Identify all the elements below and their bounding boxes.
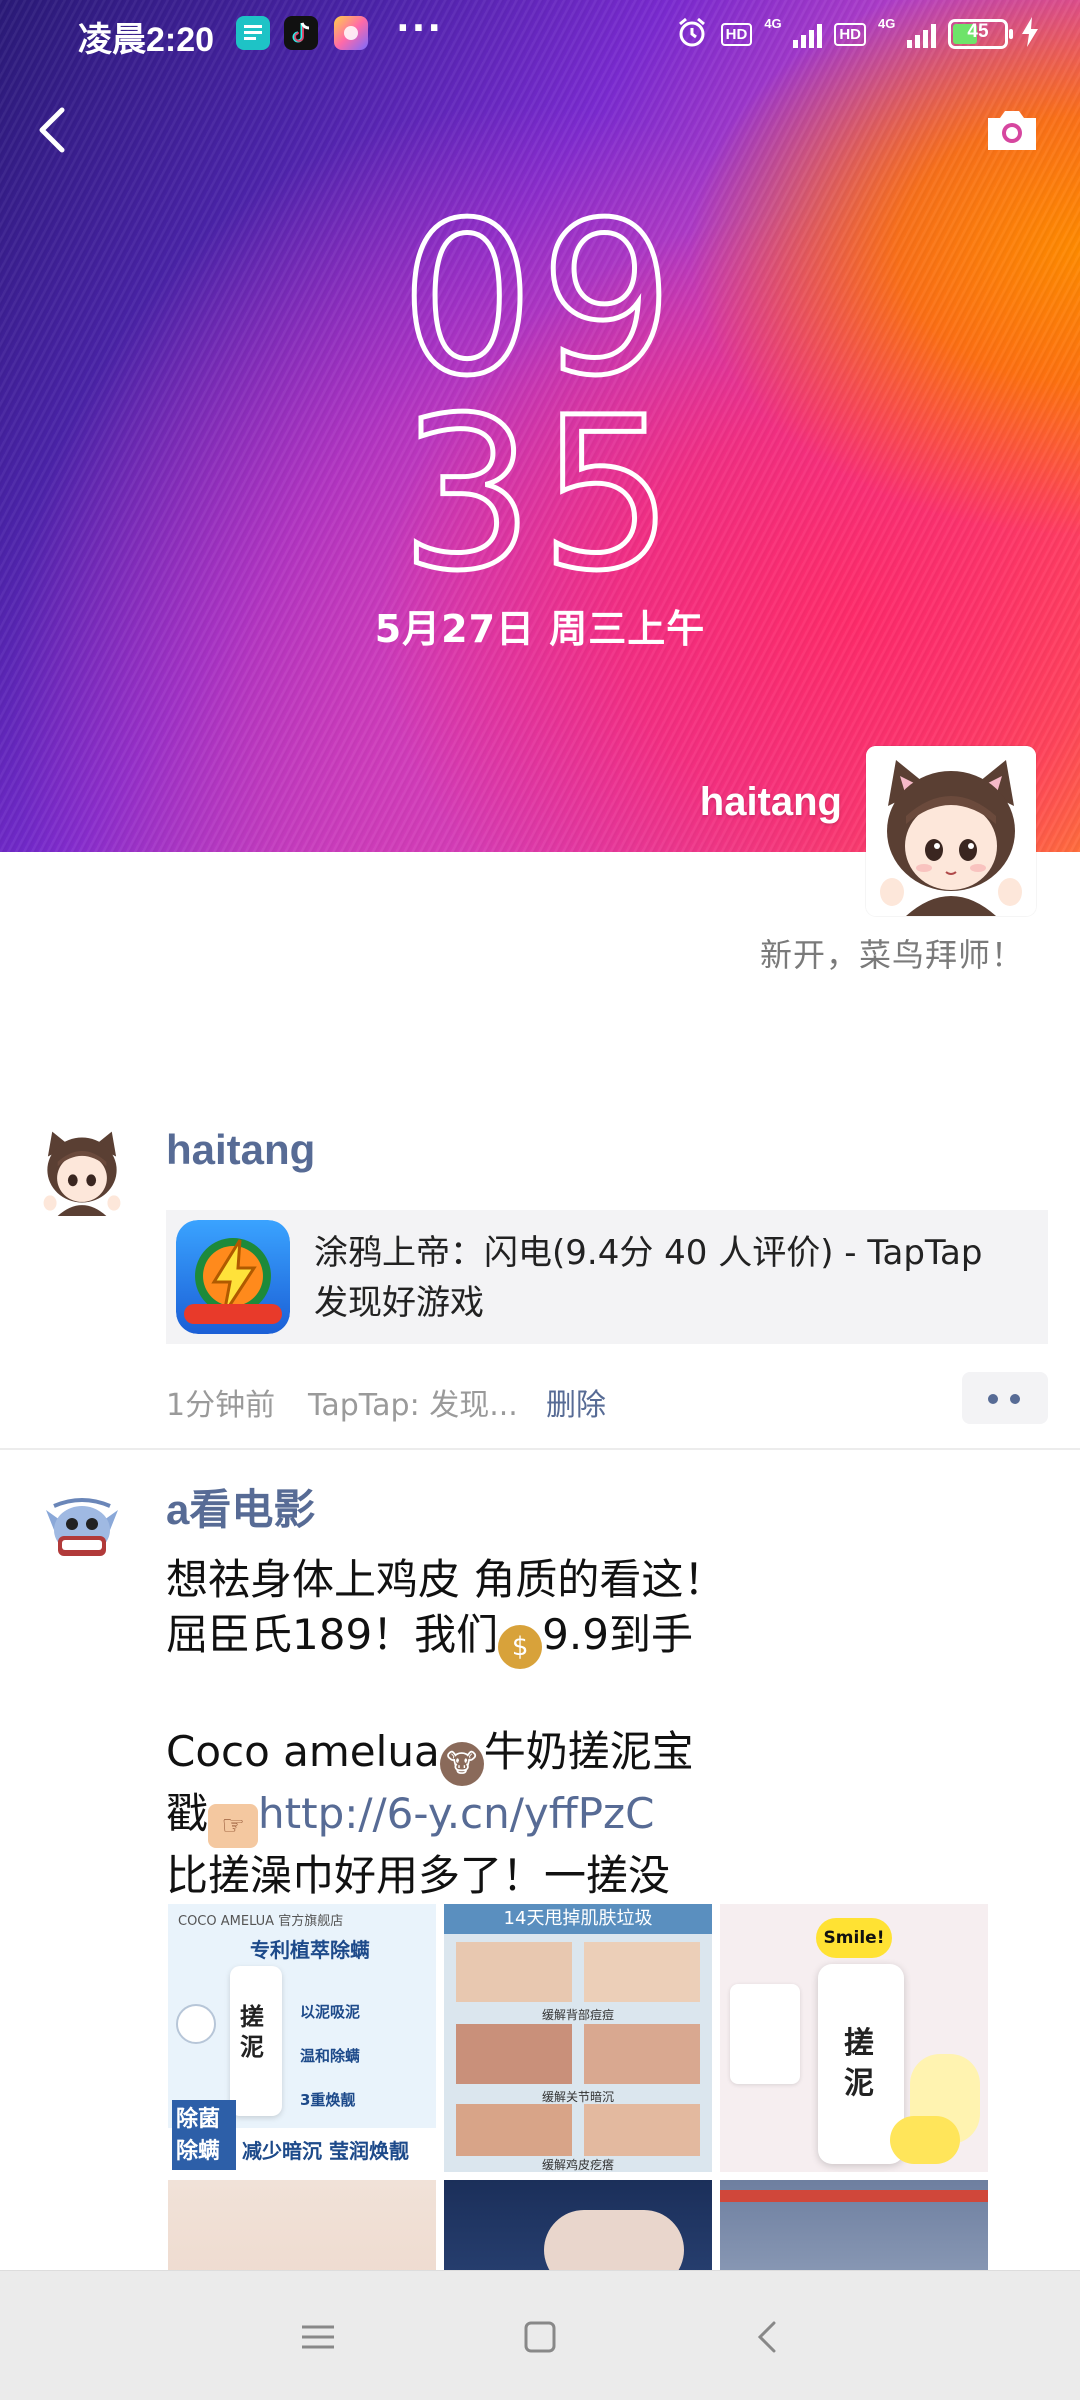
network-type-2: 4G [878, 16, 896, 31]
feature-item: 温和除螨 [300, 2047, 361, 2065]
tiktok-icon [284, 16, 318, 50]
store-sign [720, 2190, 988, 2202]
post-line: 戳 [166, 1789, 209, 1838]
charging-icon [1020, 16, 1040, 52]
image-caption: 14天甩掉肌肤垃圾 [444, 1904, 712, 1934]
game-app-icon [176, 1220, 290, 1334]
battery-icon: 45 [948, 19, 1013, 49]
post-line: 想祛身体上鸡皮 角质的看这！ [166, 1555, 726, 1604]
skin-photo [584, 2024, 700, 2084]
system-nav-bar [0, 2270, 1080, 2400]
wallpaper-clock-minute: 35 [398, 372, 680, 617]
smile-sign: Smile! [816, 1918, 892, 1958]
signal-icon-1: 4G [764, 16, 823, 50]
post-line: 屈臣氏189！我们 [166, 1610, 499, 1659]
image-caption: 减少暗沉 莹润焕靓 [242, 2139, 409, 2163]
battery-level: 45 [967, 21, 989, 42]
menu-button[interactable] [288, 2307, 348, 2367]
pointing-hand-icon: ☞ [208, 1804, 259, 1848]
image-caption: 缓解背部痘痘 [541, 2008, 614, 2022]
signal-icon-2: 4G [878, 16, 936, 50]
status-bar: 凌晨2:20 ··· HD 4G HD 4G 45 [0, 0, 1080, 66]
profile-signature: 新开，菜鸟拜师！ [759, 936, 1024, 974]
post-author-avatar[interactable] [36, 1124, 128, 1216]
money-bag-icon: $ [498, 1625, 543, 1669]
post-image[interactable]: 14天甩掉肌肤垃圾 缓解背部痘痘 缓解关节暗沉 缓解鸡皮疙瘩 [444, 1904, 712, 2172]
post-body: 想祛身体上鸡皮 角质的看这！ 屈臣氏189！我们 $9.9到手 Coco amel… [166, 1552, 1026, 1903]
dot-icon [988, 1394, 998, 1404]
post-author-name[interactable]: a看电影 [166, 1476, 315, 1537]
wallpaper-date: 5月27日 周三上午 [374, 607, 706, 651]
post-author-avatar[interactable] [36, 1480, 128, 1572]
cow-face-icon: 🐮 [439, 1742, 484, 1786]
moment-post: a看电影 想祛身体上鸡皮 角质的看这！ 屈臣氏189！我们 $9.9到手 Coco… [0, 1462, 1080, 2400]
cover-username: haitang [699, 780, 842, 824]
post-author-name[interactable]: haitang [166, 1126, 315, 1174]
post-line: 比搓澡巾好用多了！一搓没 [166, 1851, 671, 1900]
post-image[interactable]: Smile! 搓泥 [720, 1904, 988, 2172]
skin-photo [584, 2104, 700, 2156]
shared-link-card[interactable]: 涂鸦上帝：闪电(9.4分 40 人评价) - TapTap 发现好游戏 [166, 1210, 1048, 1344]
back-button[interactable] [30, 100, 80, 160]
profile-avatar[interactable] [866, 746, 1036, 916]
image-caption: COCO AMELUA 官方旗舰店 [178, 1914, 344, 1929]
image-caption: 专利植萃除螨 [250, 1938, 370, 1962]
dot-icon [1010, 1394, 1020, 1404]
image-caption: 除菌除螨 [172, 2100, 236, 2170]
toy-graphic [890, 2116, 960, 2164]
skin-photo [456, 1942, 572, 2002]
post-source[interactable]: TapTap: 发现... [308, 1380, 518, 1424]
more-notifications-icon: ··· [396, 8, 444, 49]
camera-button[interactable] [982, 100, 1042, 160]
home-button[interactable] [510, 2307, 570, 2367]
post-image[interactable]: COCO AMELUA 官方旗舰店 专利植萃除螨 搓泥 以泥吸泥 温和除螨 3重… [168, 1904, 436, 2172]
post-line: 9.9到手 [542, 1610, 693, 1659]
post-link[interactable]: http://6-y.cn/yffPzC [258, 1789, 654, 1838]
skin-photo [584, 1942, 700, 2002]
skin-photo [456, 2024, 572, 2084]
shared-link-title: 涂鸦上帝：闪电(9.4分 40 人评价) - TapTap 发现好游戏 [314, 1233, 983, 1323]
bottle-graphic: 搓泥 [230, 1966, 282, 2116]
feature-item: 3重焕靓 [300, 2091, 356, 2109]
skin-photo [456, 2104, 572, 2156]
status-time: 凌晨2:20 [78, 21, 215, 59]
feature-item: 以泥吸泥 [300, 2003, 361, 2021]
hd-badge-2: HD [834, 22, 866, 46]
feature-list: 以泥吸泥 温和除螨 3重焕靓 [300, 1990, 360, 2122]
delete-post-link[interactable]: 删除 [546, 1380, 606, 1424]
image-caption: 缓解鸡皮疙瘩 [541, 2158, 614, 2172]
message-app-icon [236, 16, 270, 50]
alarm-icon [675, 15, 709, 53]
back-nav-button[interactable] [738, 2307, 798, 2367]
hd-badge-1: HD [720, 22, 753, 46]
bottle-label: 搓泥 [844, 2026, 874, 2101]
moment-post: haitang 涂鸦上帝：闪电(9.4分 40 人评价) - TapTap 发现… [0, 1110, 1080, 1448]
card-graphic [730, 1984, 800, 2084]
post-line: Coco amelua [166, 1727, 440, 1776]
gallery-app-icon [334, 16, 368, 50]
post-line: 牛奶搓泥宝 [483, 1727, 694, 1776]
image-caption: 缓解关节暗沉 [541, 2090, 614, 2104]
badge-graphic [176, 2004, 216, 2044]
bottle-label: 搓泥 [240, 2003, 264, 2061]
network-type-1: 4G [764, 16, 782, 31]
post-time: 1分钟前 [166, 1388, 276, 1423]
post-divider [0, 1448, 1080, 1450]
post-actions-button[interactable] [962, 1372, 1048, 1424]
